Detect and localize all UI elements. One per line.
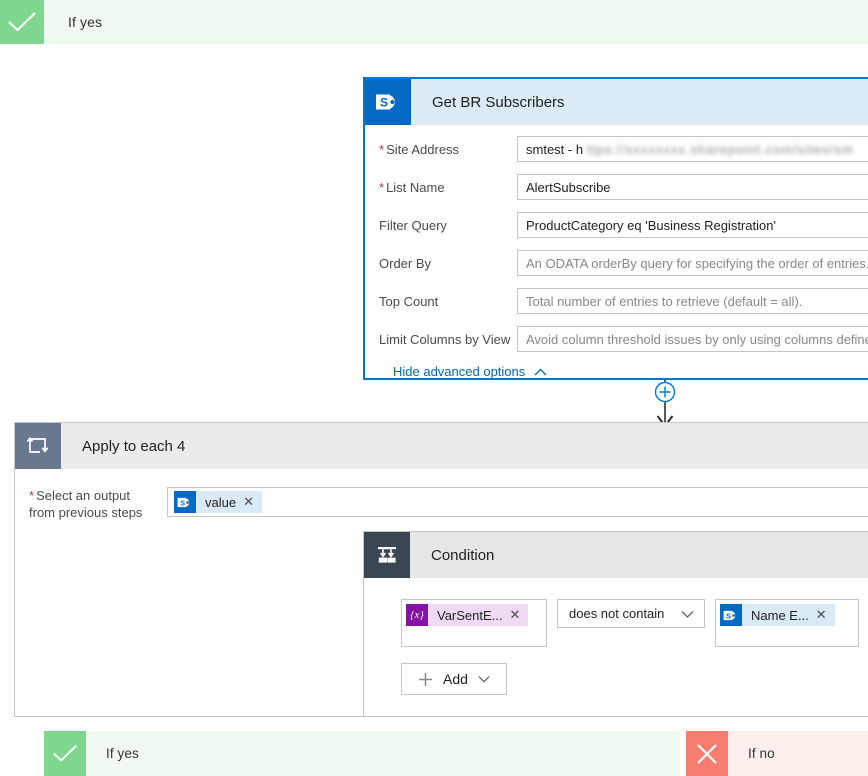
card-title: Condition (431, 546, 495, 564)
site-address-redacted-text: ttps://xxxxxxxx.sharepoint.com/sites/sm (587, 141, 854, 157)
condition-icon (364, 532, 410, 578)
token-label: value (205, 494, 237, 510)
card-body: * Site Address smtest - h ttps://xxxxxxxx… (365, 125, 868, 379)
select-output-input[interactable]: S value ✕ (167, 487, 868, 517)
sharepoint-icon: S (174, 491, 196, 513)
chevron-down-icon (681, 610, 694, 618)
hide-advanced-options-label: Hide advanced options (393, 364, 526, 379)
hide-advanced-options-toggle[interactable]: Hide advanced options (365, 364, 868, 379)
field-row-top-count: Top Count Total number of entries to ret… (365, 288, 868, 314)
card-header[interactable]: S Get BR Subscribers (365, 79, 868, 125)
list-name-input[interactable]: AlertSubscribe (517, 174, 868, 200)
condition-operator-dropdown[interactable]: does not contain (557, 599, 705, 628)
action-card-get-br-subscribers[interactable]: S Get BR Subscribers * Site Address smtes… (363, 77, 868, 380)
close-icon[interactable]: ✕ (510, 607, 529, 623)
branch-header-if-yes-bottom: If yes (44, 731, 680, 776)
operator-value: does not contain (569, 606, 665, 621)
branch-label: If no (748, 746, 775, 761)
action-card-condition[interactable]: Condition {x} VarSentE... ✕ does not con… (363, 531, 868, 717)
svg-text:S: S (180, 498, 185, 507)
card-header[interactable]: Condition (364, 532, 868, 578)
close-icon (686, 731, 728, 776)
field-label-filter-query: Filter Query (379, 218, 447, 233)
close-icon[interactable]: ✕ (816, 607, 835, 623)
add-button-label: Add (443, 671, 468, 687)
check-icon (0, 0, 44, 44)
site-address-value: smtest - h (526, 141, 584, 157)
card-header[interactable]: Apply to each 4 (15, 423, 868, 469)
flow-connector (648, 380, 682, 428)
branch-body-if-no: If no (728, 731, 868, 776)
token-varsente[interactable]: {x} VarSentE... ✕ (406, 604, 529, 626)
token-label: VarSentE... (437, 607, 503, 623)
order-by-input[interactable]: An ODATA orderBy query for specifying th… (517, 250, 868, 276)
plus-icon (419, 672, 433, 686)
field-label-select-output: * Select an output from previous steps (29, 488, 143, 520)
sharepoint-icon: S (720, 604, 742, 626)
required-indicator: * (29, 488, 35, 503)
add-button[interactable]: Add (401, 663, 507, 695)
loop-icon (15, 423, 61, 469)
field-row-site-address: * Site Address smtest - h ttps://xxxxxxxx… (365, 136, 868, 162)
branch-body-if-yes-top: If yes (44, 0, 868, 44)
chevron-down-icon (478, 676, 490, 683)
chevron-up-icon (534, 367, 547, 375)
branch-label: If yes (68, 14, 103, 30)
branch-header-if-yes-top: If yes (0, 0, 868, 44)
svg-text:S: S (380, 96, 388, 110)
required-indicator: * (379, 180, 385, 195)
token-label: Name E... (751, 607, 809, 623)
sharepoint-icon: S (365, 79, 411, 125)
svg-text:S: S (726, 611, 731, 620)
branch-header-if-no: If no (686, 731, 868, 776)
field-row-order-by: Order By An ODATA orderBy query for spec… (365, 250, 868, 276)
check-icon (44, 731, 86, 776)
variable-icon: {x} (406, 604, 428, 626)
field-label-limit-columns-by-view: Limit Columns by View (379, 332, 511, 347)
field-row-list-name: * List Name AlertSubscribe (365, 174, 868, 200)
token-name-e[interactable]: S Name E... ✕ (720, 604, 835, 626)
field-label-order-by: Order By (379, 256, 432, 271)
card-title: Get BR Subscribers (432, 93, 565, 111)
card-title: Apply to each 4 (82, 437, 186, 455)
limit-columns-by-view-input[interactable]: Avoid column threshold issues by only us… (517, 326, 868, 352)
branch-body-if-yes-bottom: If yes (86, 731, 680, 776)
site-address-input[interactable]: smtest - h ttps://xxxxxxxx.sharepoint.co… (517, 136, 868, 162)
close-icon[interactable]: ✕ (243, 494, 262, 510)
field-row-select-output: * Select an output from previous steps S … (15, 469, 868, 521)
top-count-input[interactable]: Total number of entries to retrieve (def… (517, 288, 868, 314)
field-row-limit-columns-by-view: Limit Columns by View Avoid column thres… (365, 326, 868, 352)
field-label-site-address: * Site Address (379, 142, 460, 157)
condition-left-operand[interactable]: {x} VarSentE... ✕ (401, 599, 547, 647)
filter-query-input[interactable]: ProductCategory eq 'Business Registratio… (517, 212, 868, 238)
field-row-filter-query: Filter Query ProductCategory eq 'Busines… (365, 212, 868, 238)
required-indicator: * (379, 142, 385, 157)
branch-label: If yes (106, 746, 139, 761)
field-label-top-count: Top Count (379, 294, 439, 309)
condition-row: {x} VarSentE... ✕ does not contain S Nam… (364, 578, 868, 647)
condition-right-operand[interactable]: S Name E... ✕ (715, 599, 859, 647)
token-value[interactable]: S value ✕ (174, 491, 262, 513)
field-label-list-name: * List Name (379, 180, 445, 195)
